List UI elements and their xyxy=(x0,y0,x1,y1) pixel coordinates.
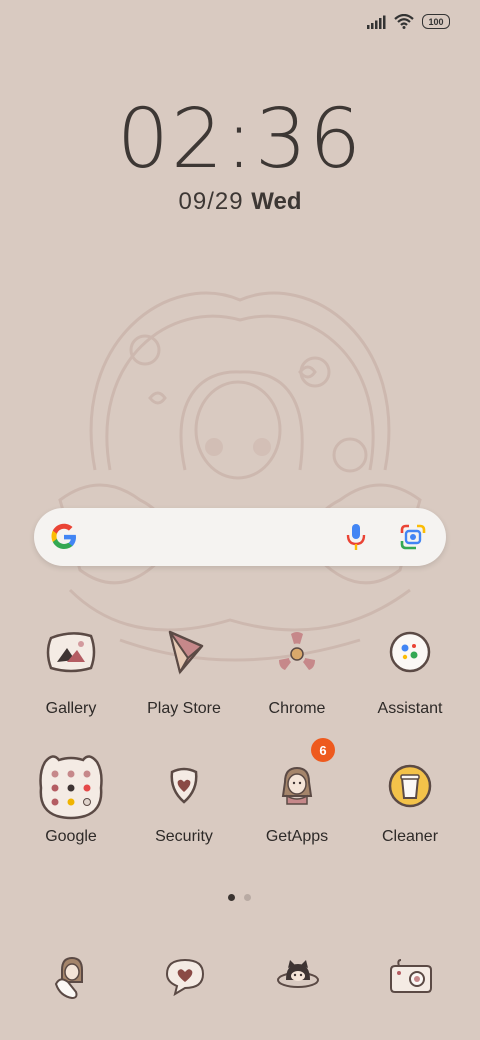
app-label: Assistant xyxy=(377,700,443,717)
page-dot-2[interactable] xyxy=(244,894,251,901)
app-label: Security xyxy=(155,828,213,845)
app-assistant[interactable]: Assistant xyxy=(355,624,465,718)
clock-date[interactable]: 09/29 Wed xyxy=(0,188,480,216)
app-security[interactable]: Security xyxy=(129,752,239,846)
date-text: 09/29 xyxy=(178,188,244,215)
browser-cat-icon xyxy=(274,952,322,1000)
app-label: Cleaner xyxy=(381,828,439,845)
cleaner-icon xyxy=(376,752,444,820)
app-getapps[interactable]: 6 GetApps xyxy=(242,738,352,846)
messages-heart-icon xyxy=(161,952,209,1000)
app-cleaner[interactable]: Cleaner xyxy=(355,752,465,846)
app-chrome[interactable]: Chrome xyxy=(242,624,352,718)
dock-phone[interactable] xyxy=(17,952,127,1000)
app-google-folder[interactable]: Google xyxy=(16,752,126,846)
weekday-text: Wed xyxy=(251,188,302,215)
chrome-icon xyxy=(263,624,331,692)
camera-icon xyxy=(387,952,435,1000)
signal-icon xyxy=(367,15,386,29)
app-label: Google xyxy=(45,828,97,845)
microphone-icon[interactable] xyxy=(346,523,366,551)
google-search-bar[interactable] xyxy=(34,508,446,566)
dock-camera[interactable] xyxy=(356,952,466,1000)
getapps-icon: 6 xyxy=(263,738,335,820)
battery-icon: 100 xyxy=(422,14,450,29)
page-dot-1[interactable] xyxy=(228,894,235,901)
status-bar: 100 xyxy=(366,14,450,29)
app-label: GetApps xyxy=(265,828,329,845)
app-label: Chrome xyxy=(268,700,326,717)
gallery-icon xyxy=(37,624,105,692)
page-indicator xyxy=(228,894,251,901)
app-label: Gallery xyxy=(45,700,97,717)
google-lens-icon[interactable] xyxy=(400,524,426,550)
assistant-icon xyxy=(376,624,444,692)
app-gallery[interactable]: Gallery xyxy=(16,624,126,718)
clock-time[interactable]: 02:36 xyxy=(0,92,480,187)
notification-badge: 6 xyxy=(311,738,335,762)
phone-girl-icon xyxy=(48,952,96,1000)
google-folder-icon xyxy=(37,752,105,820)
dock-messages[interactable] xyxy=(130,952,240,1000)
play-store-icon xyxy=(150,624,218,692)
wifi-icon xyxy=(394,14,414,29)
google-g-icon xyxy=(51,523,76,549)
dock-browser[interactable] xyxy=(243,952,353,1000)
app-play-store[interactable]: Play Store xyxy=(129,624,239,718)
app-label: Play Store xyxy=(147,700,221,717)
security-icon xyxy=(150,752,218,820)
